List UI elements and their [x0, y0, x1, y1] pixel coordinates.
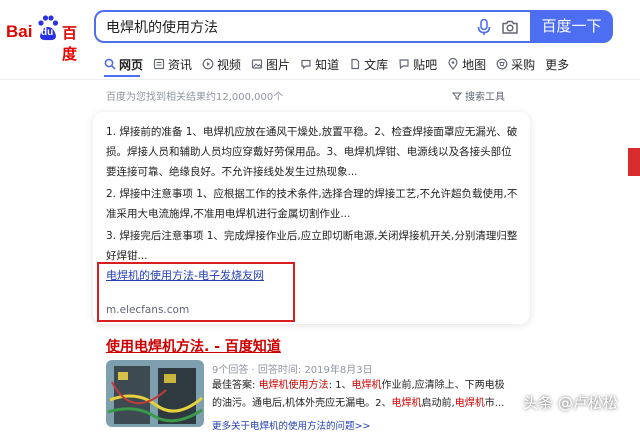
tab-web[interactable]: 网页 [104, 54, 143, 74]
keyword-highlight: 电焊机 [391, 398, 422, 409]
image-icon [251, 59, 263, 69]
tab-label: 采购 [511, 57, 536, 72]
more-questions-link[interactable]: 更多关于电焊机的使用方法的问题>> [212, 418, 370, 432]
logo-bai: Bai [6, 22, 33, 41]
tab-label: 图片 [266, 57, 291, 72]
right-panel-edge [628, 148, 640, 176]
search-tools-label: 搜索工具 [465, 92, 505, 103]
news-icon [153, 58, 165, 70]
tab-purchase[interactable]: 采购 [496, 54, 535, 74]
best-answer-label: 最佳答案: [212, 380, 256, 391]
keyword-highlight: 电焊机 [351, 380, 382, 391]
header-divider [0, 79, 640, 80]
result-2-title-link[interactable]: 使用电焊机方法. - 百度知道 [106, 336, 281, 356]
snippet-text: : 1、 [328, 380, 352, 391]
video-icon [202, 58, 214, 70]
result-paragraph-2: 2. 焊接中注意事项 1、应根据工作的技术条件,选择合理的焊接工艺,不允许超负载… [106, 188, 518, 220]
tab-label: 网页 [119, 57, 144, 72]
keyword-highlight: 电焊机使用方法 [258, 380, 329, 391]
tab-label: 贴吧 [413, 57, 438, 72]
tab-label: 地图 [462, 57, 487, 72]
welder-photo-image [106, 360, 204, 427]
tab-label: 知道 [315, 57, 340, 72]
result-2-thumbnail[interactable] [106, 360, 204, 427]
search-tools-button[interactable]: 搜索工具 [452, 88, 505, 103]
filter-icon [452, 92, 462, 100]
highlight-annotation-box [97, 262, 295, 322]
active-tab-indicator [104, 75, 140, 77]
tab-news[interactable]: 资讯 [153, 54, 192, 74]
tab-label: 视频 [217, 57, 242, 72]
result-paragraph-1: 1. 焊接前的准备 1、电焊机应放在通风干燥处,放置平稳。2、检查焊接面罩应无漏… [106, 126, 518, 178]
tab-wenku[interactable]: 文库 [349, 54, 388, 74]
search-button[interactable]: 百度一下 [530, 10, 613, 43]
logo-du: du [41, 27, 54, 38]
search-input[interactable] [106, 17, 466, 37]
camera-icon[interactable] [501, 18, 519, 36]
microphone-icon[interactable] [475, 18, 493, 36]
tieba-icon [399, 59, 409, 70]
keyword-highlight: 电焊机 [454, 398, 485, 409]
tab-label: 更多 [545, 57, 570, 72]
result-paragraph-3: 3. 焊接完后注意事项 1、完成焊接作业后,应立即切断电源,关闭焊接机开关,分别… [106, 230, 518, 262]
search-box [94, 10, 530, 43]
qa-icon [301, 59, 311, 70]
snippet-text: 启动前, [421, 398, 455, 409]
search-tabs: 网页 资讯 视频 图片 知道 文库 贴吧 地图 采购 更多 [104, 54, 579, 74]
logo-cn: 百度 [62, 24, 78, 63]
tab-tieba[interactable]: 贴吧 [398, 54, 437, 74]
tab-label: 文库 [364, 57, 389, 72]
watermark: 头条 @卢松松 [523, 394, 618, 412]
result-2-meta: 9个回答 · 回答时间: 2019年8月3日 [212, 365, 373, 376]
tab-label: 资讯 [168, 57, 193, 72]
tab-more[interactable]: 更多 [545, 54, 569, 74]
result-2-snippet: 最佳答案: 电焊机使用方法: 1、电焊机作业前,应清除上、下两电极的油污。通电后… [212, 377, 512, 413]
search-icon [104, 58, 116, 70]
tab-video[interactable]: 视频 [202, 54, 241, 74]
baidu-logo[interactable]: Bai du 百度 [6, 14, 86, 63]
tab-images[interactable]: 图片 [251, 54, 290, 74]
tab-map[interactable]: 地图 [447, 54, 486, 74]
map-icon [448, 58, 458, 70]
tab-zhidao[interactable]: 知道 [300, 54, 339, 74]
snippet-text: 市... [484, 398, 505, 409]
result-count: 百度为您找到相关结果约12,000,000个 [106, 92, 284, 103]
doc-icon [351, 58, 360, 70]
cart-icon [496, 58, 508, 70]
